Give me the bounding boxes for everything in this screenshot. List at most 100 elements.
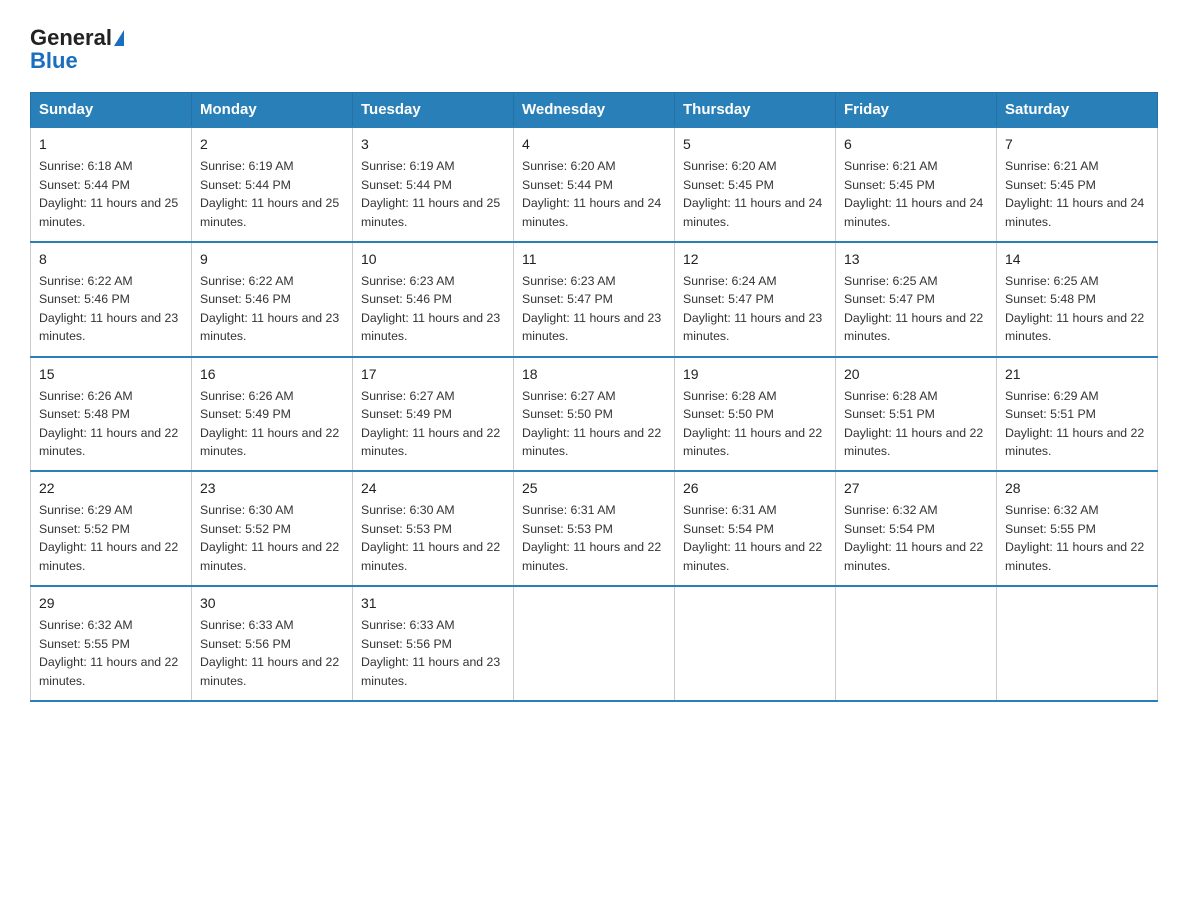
day-info: Sunrise: 6:26 AMSunset: 5:49 PMDaylight:… (200, 387, 344, 461)
day-info: Sunrise: 6:33 AMSunset: 5:56 PMDaylight:… (361, 616, 505, 690)
day-number: 16 (200, 364, 344, 385)
calendar-cell: 25Sunrise: 6:31 AMSunset: 5:53 PMDayligh… (514, 471, 675, 586)
day-info: Sunrise: 6:21 AMSunset: 5:45 PMDaylight:… (1005, 157, 1149, 231)
header-tuesday: Tuesday (353, 93, 514, 128)
day-info: Sunrise: 6:31 AMSunset: 5:53 PMDaylight:… (522, 501, 666, 575)
day-number: 1 (39, 134, 183, 155)
day-info: Sunrise: 6:20 AMSunset: 5:45 PMDaylight:… (683, 157, 827, 231)
day-info: Sunrise: 6:27 AMSunset: 5:50 PMDaylight:… (522, 387, 666, 461)
calendar-cell: 14Sunrise: 6:25 AMSunset: 5:48 PMDayligh… (997, 242, 1158, 357)
day-info: Sunrise: 6:21 AMSunset: 5:45 PMDaylight:… (844, 157, 988, 231)
header-friday: Friday (836, 93, 997, 128)
day-info: Sunrise: 6:30 AMSunset: 5:52 PMDaylight:… (200, 501, 344, 575)
page-header: General Blue (30, 20, 1158, 74)
calendar-header-row: SundayMondayTuesdayWednesdayThursdayFrid… (31, 93, 1158, 128)
calendar-cell: 13Sunrise: 6:25 AMSunset: 5:47 PMDayligh… (836, 242, 997, 357)
calendar-cell: 29Sunrise: 6:32 AMSunset: 5:55 PMDayligh… (31, 586, 192, 701)
logo-triangle-icon (114, 30, 124, 46)
calendar-cell: 16Sunrise: 6:26 AMSunset: 5:49 PMDayligh… (192, 357, 353, 472)
week-row-4: 22Sunrise: 6:29 AMSunset: 5:52 PMDayligh… (31, 471, 1158, 586)
day-number: 30 (200, 593, 344, 614)
day-info: Sunrise: 6:33 AMSunset: 5:56 PMDaylight:… (200, 616, 344, 690)
day-info: Sunrise: 6:18 AMSunset: 5:44 PMDaylight:… (39, 157, 183, 231)
day-info: Sunrise: 6:22 AMSunset: 5:46 PMDaylight:… (39, 272, 183, 346)
calendar-cell: 19Sunrise: 6:28 AMSunset: 5:50 PMDayligh… (675, 357, 836, 472)
header-wednesday: Wednesday (514, 93, 675, 128)
day-number: 27 (844, 478, 988, 499)
day-number: 6 (844, 134, 988, 155)
day-info: Sunrise: 6:28 AMSunset: 5:50 PMDaylight:… (683, 387, 827, 461)
day-number: 14 (1005, 249, 1149, 270)
logo-blue-row: Blue (30, 48, 78, 74)
calendar-cell: 22Sunrise: 6:29 AMSunset: 5:52 PMDayligh… (31, 471, 192, 586)
day-number: 18 (522, 364, 666, 385)
day-number: 25 (522, 478, 666, 499)
calendar-cell (675, 586, 836, 701)
header-monday: Monday (192, 93, 353, 128)
calendar-cell: 11Sunrise: 6:23 AMSunset: 5:47 PMDayligh… (514, 242, 675, 357)
calendar-cell: 23Sunrise: 6:30 AMSunset: 5:52 PMDayligh… (192, 471, 353, 586)
day-info: Sunrise: 6:32 AMSunset: 5:54 PMDaylight:… (844, 501, 988, 575)
day-number: 9 (200, 249, 344, 270)
day-number: 23 (200, 478, 344, 499)
day-number: 15 (39, 364, 183, 385)
week-row-2: 8Sunrise: 6:22 AMSunset: 5:46 PMDaylight… (31, 242, 1158, 357)
day-number: 2 (200, 134, 344, 155)
day-info: Sunrise: 6:23 AMSunset: 5:46 PMDaylight:… (361, 272, 505, 346)
day-number: 11 (522, 249, 666, 270)
day-info: Sunrise: 6:29 AMSunset: 5:51 PMDaylight:… (1005, 387, 1149, 461)
calendar-cell: 7Sunrise: 6:21 AMSunset: 5:45 PMDaylight… (997, 127, 1158, 242)
day-info: Sunrise: 6:19 AMSunset: 5:44 PMDaylight:… (361, 157, 505, 231)
day-number: 8 (39, 249, 183, 270)
calendar-cell: 8Sunrise: 6:22 AMSunset: 5:46 PMDaylight… (31, 242, 192, 357)
logo: General Blue (30, 20, 125, 74)
calendar-cell: 6Sunrise: 6:21 AMSunset: 5:45 PMDaylight… (836, 127, 997, 242)
day-number: 12 (683, 249, 827, 270)
day-info: Sunrise: 6:26 AMSunset: 5:48 PMDaylight:… (39, 387, 183, 461)
day-info: Sunrise: 6:25 AMSunset: 5:48 PMDaylight:… (1005, 272, 1149, 346)
day-number: 31 (361, 593, 505, 614)
calendar-cell: 12Sunrise: 6:24 AMSunset: 5:47 PMDayligh… (675, 242, 836, 357)
calendar-table: SundayMondayTuesdayWednesdayThursdayFrid… (30, 92, 1158, 702)
day-number: 13 (844, 249, 988, 270)
header-saturday: Saturday (997, 93, 1158, 128)
day-number: 21 (1005, 364, 1149, 385)
day-number: 7 (1005, 134, 1149, 155)
week-row-3: 15Sunrise: 6:26 AMSunset: 5:48 PMDayligh… (31, 357, 1158, 472)
logo-blue-text: Blue (30, 48, 78, 74)
calendar-cell: 30Sunrise: 6:33 AMSunset: 5:56 PMDayligh… (192, 586, 353, 701)
calendar-cell: 4Sunrise: 6:20 AMSunset: 5:44 PMDaylight… (514, 127, 675, 242)
day-number: 26 (683, 478, 827, 499)
header-thursday: Thursday (675, 93, 836, 128)
week-row-5: 29Sunrise: 6:32 AMSunset: 5:55 PMDayligh… (31, 586, 1158, 701)
calendar-cell: 21Sunrise: 6:29 AMSunset: 5:51 PMDayligh… (997, 357, 1158, 472)
day-number: 24 (361, 478, 505, 499)
calendar-cell (514, 586, 675, 701)
day-info: Sunrise: 6:28 AMSunset: 5:51 PMDaylight:… (844, 387, 988, 461)
day-number: 29 (39, 593, 183, 614)
header-sunday: Sunday (31, 93, 192, 128)
calendar-cell: 15Sunrise: 6:26 AMSunset: 5:48 PMDayligh… (31, 357, 192, 472)
day-number: 3 (361, 134, 505, 155)
calendar-cell (836, 586, 997, 701)
calendar-cell: 3Sunrise: 6:19 AMSunset: 5:44 PMDaylight… (353, 127, 514, 242)
day-info: Sunrise: 6:22 AMSunset: 5:46 PMDaylight:… (200, 272, 344, 346)
day-number: 22 (39, 478, 183, 499)
day-number: 28 (1005, 478, 1149, 499)
day-info: Sunrise: 6:29 AMSunset: 5:52 PMDaylight:… (39, 501, 183, 575)
calendar-cell: 18Sunrise: 6:27 AMSunset: 5:50 PMDayligh… (514, 357, 675, 472)
day-number: 10 (361, 249, 505, 270)
logo-text: General (30, 26, 125, 50)
calendar-cell: 9Sunrise: 6:22 AMSunset: 5:46 PMDaylight… (192, 242, 353, 357)
calendar-cell: 27Sunrise: 6:32 AMSunset: 5:54 PMDayligh… (836, 471, 997, 586)
day-number: 4 (522, 134, 666, 155)
day-info: Sunrise: 6:20 AMSunset: 5:44 PMDaylight:… (522, 157, 666, 231)
calendar-cell: 2Sunrise: 6:19 AMSunset: 5:44 PMDaylight… (192, 127, 353, 242)
day-info: Sunrise: 6:30 AMSunset: 5:53 PMDaylight:… (361, 501, 505, 575)
calendar-cell: 28Sunrise: 6:32 AMSunset: 5:55 PMDayligh… (997, 471, 1158, 586)
day-number: 19 (683, 364, 827, 385)
calendar-cell: 20Sunrise: 6:28 AMSunset: 5:51 PMDayligh… (836, 357, 997, 472)
day-info: Sunrise: 6:31 AMSunset: 5:54 PMDaylight:… (683, 501, 827, 575)
day-info: Sunrise: 6:19 AMSunset: 5:44 PMDaylight:… (200, 157, 344, 231)
day-info: Sunrise: 6:32 AMSunset: 5:55 PMDaylight:… (39, 616, 183, 690)
